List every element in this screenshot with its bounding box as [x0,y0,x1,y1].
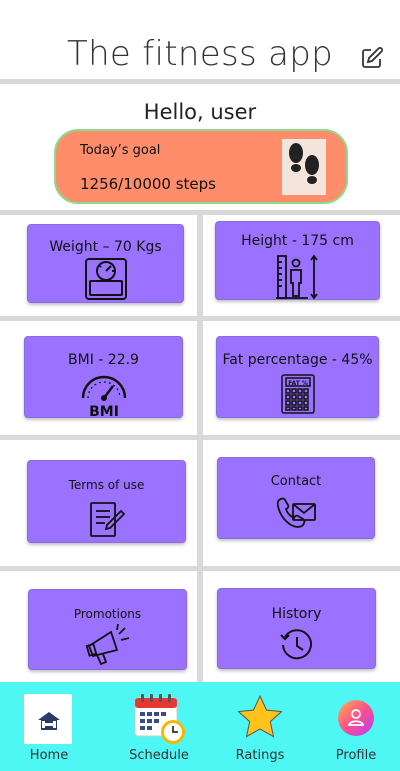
footprints-icon [282,139,326,195]
nav-profile[interactable]: Profile [328,682,384,771]
height-card[interactable]: Height - 175 cm [215,221,380,300]
greeting: Hello, user [143,100,257,124]
terms-label: Terms of use [68,478,145,492]
edit-icon[interactable] [360,46,384,70]
nav-ratings-label: Ratings [235,748,285,763]
history-icon [279,627,315,667]
nav-ratings[interactable]: Ratings [230,682,290,771]
star-icon [236,694,284,744]
home-icon [36,710,62,736]
goal-steps: 1256/10000 steps [80,175,216,193]
nav-schedule-label: Schedule [129,748,189,763]
megaphone-icon [85,623,131,670]
fat-icon-text: FAT % [288,380,308,387]
terms-card[interactable]: Terms of use [27,460,186,543]
promotions-label: Promotions [73,607,142,621]
height-measure-icon [274,254,322,306]
promotions-card[interactable]: Promotions [28,589,187,670]
profile-icon [338,700,374,740]
fat-percentage-card[interactable]: Fat percentage - 45% FAT % [216,336,379,418]
divider [0,79,400,84]
history-card[interactable]: History [217,588,376,669]
height-label: Height - 175 cm [241,233,354,249]
document-icon [89,501,125,543]
fat-label: Fat percentage - 45% [222,352,373,368]
nav-profile-label: Profile [335,748,377,763]
bottom-navigation: Home Schedule Ratings Profile [0,682,400,771]
contact-label: Contact [270,474,322,489]
nav-schedule[interactable]: Schedule [128,682,190,771]
history-label: History [271,606,322,622]
goal-label: Today’s goal [80,143,161,158]
calendar-icon [133,692,187,750]
weight-label: Weight – 70 Kgs [49,239,162,255]
bmi-icon-text: BMI [89,404,119,418]
bmi-gauge-icon: BMI [79,372,129,422]
bmi-label: BMI - 22.9 [68,352,139,368]
scale-icon [82,257,130,305]
contact-card[interactable]: Contact [217,457,375,539]
weight-card[interactable]: Weight – 70 Kgs [27,224,184,303]
daily-goal-card[interactable]: Today’s goal 1256/10000 steps [54,129,348,204]
divider [197,215,203,682]
app-title: The fitness app [67,34,333,74]
bmi-card[interactable]: BMI - 22.9 BMI [24,336,183,420]
phone-mail-icon [275,496,317,536]
nav-home-label: Home [29,748,69,763]
nav-home[interactable]: Home [24,682,74,771]
fat-calculator-icon: FAT % [280,373,316,419]
